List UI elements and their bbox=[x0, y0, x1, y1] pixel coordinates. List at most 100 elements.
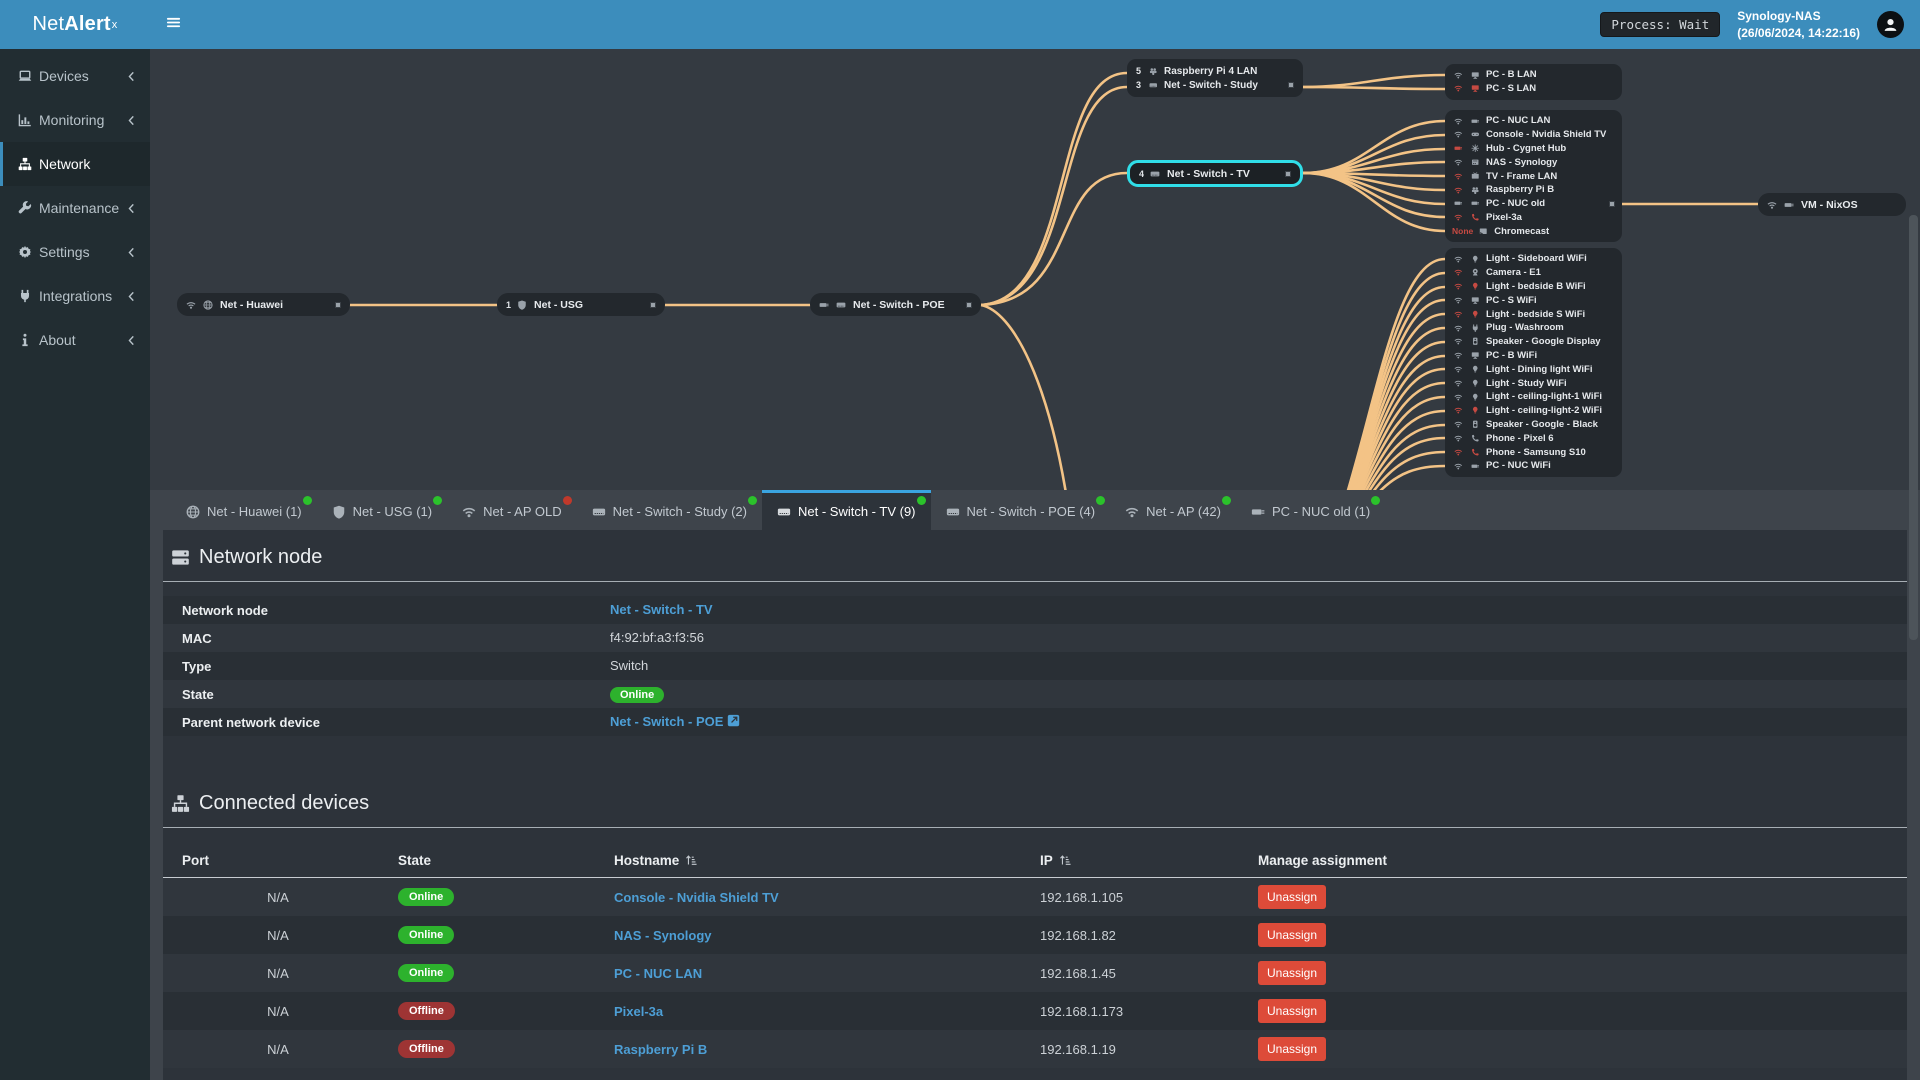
device-node[interactable]: Light - ceiling-light-2 WiFi bbox=[1452, 404, 1615, 418]
sidebar-item[interactable]: Devices bbox=[0, 54, 150, 98]
info-value[interactable]: Switch bbox=[610, 658, 648, 673]
node-tab[interactable]: Net - AP (42) bbox=[1110, 490, 1236, 530]
device-node[interactable]: Console - Nvidia Shield TV bbox=[1452, 128, 1615, 142]
node-net-switch-tv-selected[interactable]: 4 Net - Switch - TV bbox=[1127, 160, 1303, 187]
info-row: Network node Net - Switch - TV bbox=[163, 596, 1907, 624]
sidebar-item[interactable]: Maintenance bbox=[0, 186, 150, 230]
port-square bbox=[650, 301, 656, 308]
unassign-button[interactable]: Unassign bbox=[1258, 1037, 1327, 1061]
sidebar-item[interactable]: Network bbox=[0, 142, 150, 186]
node-net-usg[interactable]: 1 Net - USG bbox=[497, 293, 665, 316]
device-node[interactable]: Phone - Samsung S10 bbox=[1452, 445, 1615, 459]
scrollbar-thumb[interactable] bbox=[1909, 215, 1918, 640]
tab-label: Net - Switch - TV (9) bbox=[798, 504, 916, 519]
ext-link-icon[interactable] bbox=[727, 714, 740, 727]
wifi-icon bbox=[1452, 324, 1464, 333]
port-square bbox=[966, 301, 972, 308]
node-tab[interactable]: Net - Huawei (1) bbox=[171, 490, 317, 530]
device-node[interactable]: Light - Sideboard WiFi bbox=[1452, 252, 1615, 266]
device-node[interactable]: Speaker - Google Display bbox=[1452, 335, 1615, 349]
chevron-left-icon bbox=[126, 71, 137, 82]
network-topology-canvas[interactable]: Net - Huawei 1 Net - USG Net - Switch - … bbox=[150, 49, 1920, 490]
node-tab[interactable]: Net - USG (1) bbox=[317, 490, 447, 530]
phone-icon bbox=[1469, 434, 1481, 443]
network-node-row[interactable]: 3 Net - Switch - Study bbox=[1136, 78, 1294, 92]
node-tab[interactable]: PC - NUC old (1) bbox=[1236, 490, 1385, 530]
user-avatar[interactable] bbox=[1877, 11, 1904, 38]
device-node[interactable]: PC - B LAN bbox=[1452, 68, 1615, 82]
sidebar-item-label: Integrations bbox=[39, 288, 113, 304]
device-node[interactable]: TV - Frame LAN bbox=[1452, 169, 1615, 183]
wifi-icon bbox=[1452, 282, 1464, 291]
ip-cell: 192.168.1.19 bbox=[1040, 1041, 1116, 1057]
tab-label: Net - AP (42) bbox=[1146, 504, 1221, 519]
device-node[interactable]: Light - Dining light WiFi bbox=[1452, 362, 1615, 376]
device-node[interactable]: PC - NUC WiFi bbox=[1452, 459, 1615, 473]
unassign-button[interactable]: Unassign bbox=[1258, 999, 1327, 1023]
sort-icon[interactable] bbox=[685, 854, 697, 866]
unassign-button[interactable]: Unassign bbox=[1258, 961, 1327, 985]
sort-icon[interactable] bbox=[1059, 854, 1071, 866]
hostname-link[interactable]: NAS - Synology bbox=[614, 928, 712, 943]
sidebar-toggle-button[interactable] bbox=[150, 0, 196, 49]
table-row: N/A Online NAS - Synology 192.168.1.82 U… bbox=[163, 916, 1907, 954]
node-tab[interactable]: Net - Switch - Study (2) bbox=[577, 490, 762, 530]
device-node[interactable]: PC - B WiFi bbox=[1452, 349, 1615, 363]
table-header-row: Port State Hostname IP Manage assignment bbox=[163, 844, 1907, 878]
device-node[interactable]: None Chromecast bbox=[1452, 224, 1615, 238]
bulb-icon bbox=[1469, 379, 1481, 388]
divider bbox=[163, 827, 1907, 828]
info-value[interactable]: Net - Switch - TV bbox=[610, 602, 713, 617]
device-group-tv-switch: PC - NUC LAN Console - Nvidia Shield TV … bbox=[1445, 110, 1622, 243]
network-node-row[interactable]: 5 Raspberry Pi 4 LAN bbox=[1136, 64, 1294, 78]
hostname-link[interactable]: PC - NUC LAN bbox=[614, 966, 702, 981]
info-value[interactable]: f4:92:bf:a3:f3:56 bbox=[610, 630, 704, 645]
tv-icon bbox=[1469, 172, 1481, 181]
device-node[interactable]: Plug - Washroom bbox=[1452, 321, 1615, 335]
device-node[interactable]: Light - Study WiFi bbox=[1452, 376, 1615, 390]
sidebar-item[interactable]: Monitoring bbox=[0, 98, 150, 142]
port-cell: N/A bbox=[267, 1041, 289, 1057]
sidebar-item[interactable]: About bbox=[0, 318, 150, 362]
node-tab[interactable]: Net - Switch - POE (4) bbox=[931, 490, 1111, 530]
hostname-link[interactable]: Raspberry Pi B bbox=[614, 1042, 707, 1057]
device-node[interactable]: Light - bedside B WiFi bbox=[1452, 280, 1615, 294]
hostname-link[interactable]: Console - Nvidia Shield TV bbox=[614, 890, 779, 905]
device-group-ap: Light - Sideboard WiFi Camera - E1 Light… bbox=[1445, 248, 1622, 477]
node-tab[interactable]: Net - Switch - TV (9) bbox=[762, 490, 931, 530]
status-dot bbox=[748, 496, 757, 505]
device-node[interactable]: Hub - Cygnet Hub bbox=[1452, 142, 1615, 156]
device-node[interactable]: Phone - Pixel 6 bbox=[1452, 431, 1615, 445]
server-icon bbox=[171, 548, 190, 567]
switch-icon bbox=[836, 300, 846, 310]
device-node[interactable]: PC - S WiFi bbox=[1452, 293, 1615, 307]
laptop-icon bbox=[18, 69, 39, 83]
node-tab[interactable]: Net - AP OLD bbox=[447, 490, 577, 530]
node-net-switch-poe[interactable]: Net - Switch - POE bbox=[810, 293, 981, 316]
sidebar-item[interactable]: Integrations bbox=[0, 274, 150, 318]
device-node[interactable]: Camera - E1 bbox=[1452, 266, 1615, 280]
node-net-huawei[interactable]: Net - Huawei bbox=[177, 293, 350, 316]
device-node[interactable]: Light - ceiling-light-1 WiFi bbox=[1452, 390, 1615, 404]
chevron-left-icon bbox=[126, 291, 137, 302]
device-node[interactable]: Light - bedside S WiFi bbox=[1452, 307, 1615, 321]
device-node[interactable]: PC - NUC LAN bbox=[1452, 114, 1615, 128]
sidebar-item[interactable]: Settings bbox=[0, 230, 150, 274]
device-node[interactable]: Raspberry Pi B bbox=[1452, 183, 1615, 197]
info-value[interactable]: Net - Switch - POE bbox=[610, 714, 723, 729]
device-node[interactable]: PC - NUC old bbox=[1452, 197, 1615, 211]
node-vm-nixos[interactable]: VM - NixOS bbox=[1758, 193, 1906, 216]
chevron-left-icon bbox=[126, 115, 137, 126]
unassign-button[interactable]: Unassign bbox=[1258, 923, 1327, 947]
info-label: Type bbox=[182, 658, 212, 674]
tab-label: Net - Huawei (1) bbox=[207, 504, 302, 519]
device-node[interactable]: NAS - Synology bbox=[1452, 155, 1615, 169]
device-node[interactable]: PC - S LAN bbox=[1452, 82, 1615, 96]
wifi-icon bbox=[1452, 310, 1464, 319]
device-node[interactable]: Pixel-3a bbox=[1452, 211, 1615, 225]
info-value[interactable]: Online bbox=[610, 687, 665, 703]
unassign-button[interactable]: Unassign bbox=[1258, 885, 1327, 909]
hostname-link[interactable]: Pixel-3a bbox=[614, 1004, 663, 1019]
device-node[interactable]: Speaker - Google - Black bbox=[1452, 418, 1615, 432]
state-badge: Offline bbox=[398, 1040, 455, 1058]
